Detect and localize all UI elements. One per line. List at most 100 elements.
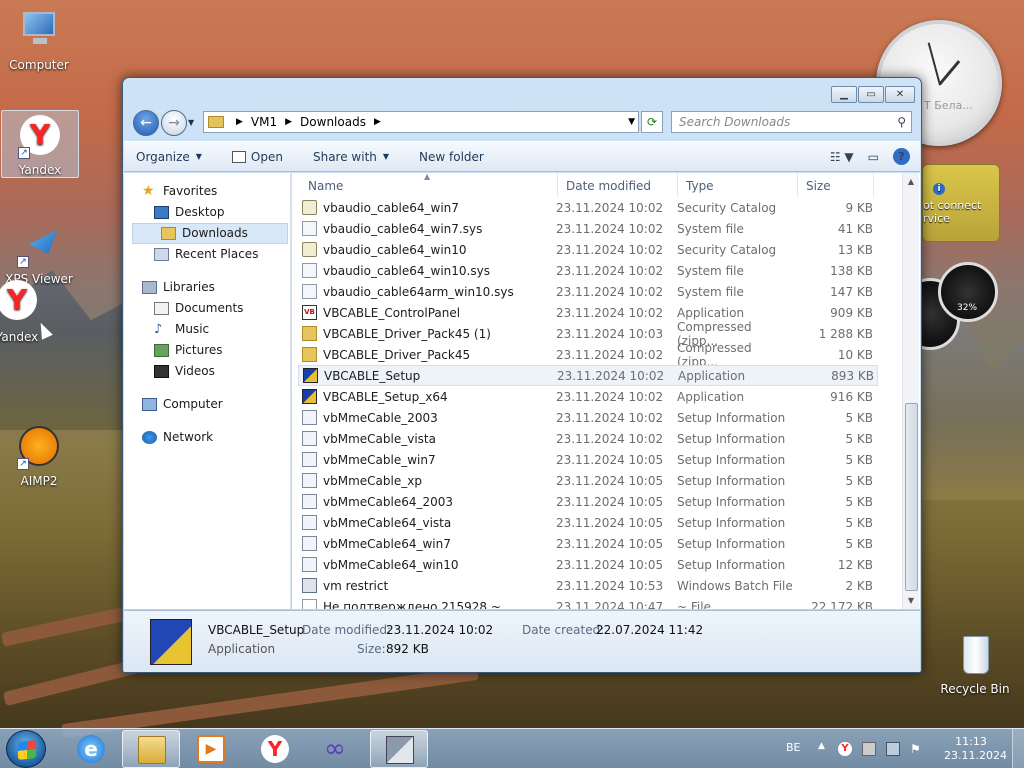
show-hidden-icons-button[interactable]: ▲ bbox=[818, 741, 825, 751]
file-size: 10 KB bbox=[837, 347, 873, 362]
scroll-up-arrow[interactable]: ▲ bbox=[903, 173, 919, 190]
desktop-icon-recycle-bin[interactable]: Recycle Bin bbox=[936, 632, 1014, 696]
scroll-down-arrow[interactable]: ▼ bbox=[903, 592, 919, 609]
network-tray-icon[interactable] bbox=[886, 742, 900, 756]
weather-gadget[interactable]: i ot connect rvice bbox=[922, 164, 1000, 242]
open-button[interactable]: Open bbox=[231, 150, 283, 164]
desktop-icon-aimp2[interactable]: ↗ AIMP2 bbox=[0, 424, 78, 488]
file-row[interactable]: VBCABLE_Setup 23.11.2024 10:02 Application… bbox=[298, 365, 878, 386]
organize-button[interactable]: Organize ▼ bbox=[136, 150, 202, 164]
nav-item-documents[interactable]: Documents bbox=[124, 298, 290, 319]
file-row[interactable]: vbMmeCable_vista 23.11.2024 10:02 Setup In… bbox=[298, 428, 878, 449]
taskbar-media-player[interactable]: ▶ bbox=[182, 730, 240, 768]
nav-item-videos[interactable]: Videos bbox=[124, 361, 290, 382]
column-header-name[interactable]: ▲ Name bbox=[292, 173, 558, 197]
nav-item-recent-places[interactable]: Recent Places bbox=[124, 244, 290, 265]
maximize-button[interactable]: ▭ bbox=[858, 86, 884, 103]
nav-item-music[interactable]: ♪ Music bbox=[124, 319, 290, 340]
file-row[interactable]: vbaudio_cable64_win7.sys 23.11.2024 10:02… bbox=[298, 218, 878, 239]
computer-icon bbox=[142, 398, 157, 411]
column-header-date-modified[interactable]: Date modified bbox=[558, 173, 678, 197]
desktop-icon-computer[interactable]: Computer bbox=[0, 8, 78, 72]
file-date: 23.11.2024 10:05 bbox=[556, 557, 664, 572]
flag-tray-icon[interactable]: ⚑ bbox=[910, 742, 924, 756]
file-type: ~ File bbox=[677, 599, 711, 610]
taskbar-yandex[interactable]: Y bbox=[246, 730, 304, 768]
yandex-tray-icon[interactable]: Y bbox=[838, 742, 852, 756]
taskbar-internet-explorer[interactable]: e bbox=[62, 730, 120, 768]
file-row[interactable]: VBCABLE_Setup_x64 23.11.2024 10:02 Applica… bbox=[298, 386, 878, 407]
taskbar-app-infinity[interactable]: ∞ bbox=[306, 730, 364, 768]
nav-libraries[interactable]: Libraries bbox=[124, 277, 290, 298]
nav-network[interactable]: Network bbox=[124, 427, 290, 448]
share-with-button[interactable]: Share with ▼ bbox=[313, 150, 389, 164]
file-row[interactable]: vbMmeCable64_win10 23.11.2024 10:05 Setup … bbox=[298, 554, 878, 575]
file-type: Security Catalog bbox=[677, 242, 777, 257]
nav-computer[interactable]: Computer bbox=[124, 394, 290, 415]
file-name: vbaudio_cable64_win10 bbox=[323, 242, 467, 257]
file-row[interactable]: vbaudio_cable64_win10.sys 23.11.2024 10:0… bbox=[298, 260, 878, 281]
close-button[interactable]: ✕ bbox=[885, 86, 915, 103]
file-row[interactable]: vbMmeCable64_vista 23.11.2024 10:05 Setup … bbox=[298, 512, 878, 533]
minimize-button[interactable]: ▁ bbox=[831, 86, 857, 103]
view-options-icon[interactable]: ☷ ▼ bbox=[830, 150, 854, 164]
address-dropdown-icon[interactable]: ▼ bbox=[628, 117, 635, 127]
file-type: Security Catalog bbox=[677, 200, 777, 215]
file-row[interactable]: Не подтверждено 215928.~ 23.11.2024 10:47… bbox=[298, 596, 878, 609]
breadcrumb-separator[interactable]: ▶ bbox=[285, 117, 292, 127]
setup-icon bbox=[386, 736, 414, 764]
search-input[interactable]: Search Downloads ⚲ bbox=[671, 111, 912, 133]
new-folder-button[interactable]: New folder bbox=[419, 150, 484, 164]
preview-pane-icon[interactable]: ▭ bbox=[868, 150, 879, 164]
recent-pages-dropdown[interactable]: ▼ bbox=[188, 118, 194, 127]
details-file-type: Application bbox=[208, 642, 276, 656]
column-header-size[interactable]: Size bbox=[798, 173, 874, 197]
vertical-scrollbar[interactable]: ▲ ▼ bbox=[902, 173, 919, 609]
breadcrumb-separator[interactable]: ▶ bbox=[374, 117, 381, 127]
desktop-icon-xps-viewer[interactable]: ↗ XPS Viewer bbox=[0, 222, 78, 286]
recycle-bin-icon bbox=[951, 632, 999, 680]
file-row[interactable]: vbMmeCable64_win7 23.11.2024 10:05 Setup I… bbox=[298, 533, 878, 554]
language-indicator[interactable]: BE bbox=[786, 741, 801, 754]
file-row[interactable]: vbMmeCable_xp 23.11.2024 10:05 Setup Infor… bbox=[298, 470, 878, 491]
back-button[interactable]: ← bbox=[133, 110, 159, 136]
taskbar-vbcable-setup[interactable] bbox=[370, 730, 428, 768]
file-size: 2 KB bbox=[845, 578, 873, 593]
forward-button[interactable]: → bbox=[161, 110, 187, 136]
catalog-icon bbox=[302, 242, 317, 257]
infinity-icon: ∞ bbox=[324, 734, 346, 764]
file-row[interactable]: vbMmeCable64_2003 23.11.2024 10:05 Setup I… bbox=[298, 491, 878, 512]
file-name-cell: VB VBCABLE_ControlPanel bbox=[298, 305, 556, 320]
breadcrumb-downloads[interactable]: Downloads bbox=[300, 115, 366, 129]
file-row[interactable]: VBCABLE_Driver_Pack45 23.11.2024 10:02 Com… bbox=[298, 341, 878, 369]
file-row[interactable]: vbaudio_cable64_win10 23.11.2024 10:02 Sec… bbox=[298, 239, 878, 260]
start-button[interactable] bbox=[6, 730, 46, 768]
file-row[interactable]: vm restrict 23.11.2024 10:53 Windows Batch… bbox=[298, 575, 878, 596]
system-clock[interactable]: 11:13 23.11.2024 bbox=[944, 735, 1007, 763]
show-desktop-button[interactable] bbox=[1012, 729, 1024, 768]
nav-item-downloads[interactable]: Downloads bbox=[132, 223, 288, 244]
file-row[interactable]: vbaudio_cable64arm_win10.sys 23.11.2024 1… bbox=[298, 281, 878, 302]
nav-item-pictures[interactable]: Pictures bbox=[124, 340, 290, 361]
taskbar-windows-explorer[interactable] bbox=[122, 730, 180, 768]
file-size: 9 KB bbox=[845, 200, 873, 215]
chevron-down-icon: ▼ bbox=[195, 152, 202, 161]
memory-meter-gadget[interactable]: 32% bbox=[938, 262, 998, 322]
desktop-icon-yandex[interactable]: Y ↗ Yandex bbox=[1, 110, 79, 178]
scrollbar-thumb[interactable] bbox=[905, 403, 918, 591]
file-row[interactable]: vbaudio_cable64_win7 23.11.2024 10:02 Secu… bbox=[298, 197, 878, 218]
column-header-type[interactable]: Type bbox=[678, 173, 798, 197]
breadcrumb-vm1[interactable]: VM1 bbox=[251, 115, 277, 129]
file-row[interactable]: vbMmeCable_win7 23.11.2024 10:05 Setup Inf… bbox=[298, 449, 878, 470]
explorer-window[interactable]: ▁ ▭ ✕ ← → ▼ ▶ VM1 ▶ Downloads ▶ ▼ ⟳ Sear… bbox=[122, 77, 922, 673]
refresh-button[interactable]: ⟳ bbox=[641, 111, 663, 133]
file-date: 23.11.2024 10:05 bbox=[556, 473, 664, 488]
file-row[interactable]: vbMmeCable_2003 23.11.2024 10:02 Setup Inf… bbox=[298, 407, 878, 428]
breadcrumb-separator[interactable]: ▶ bbox=[236, 117, 243, 127]
help-icon[interactable]: ? bbox=[893, 148, 910, 165]
nav-item-desktop[interactable]: Desktop bbox=[124, 202, 290, 223]
action-center-icon[interactable] bbox=[862, 742, 876, 756]
address-bar[interactable]: ▶ VM1 ▶ Downloads ▶ ▼ bbox=[203, 111, 639, 133]
search-icon[interactable]: ⚲ bbox=[897, 115, 906, 129]
nav-favorites[interactable]: ★ Favorites bbox=[124, 181, 290, 202]
